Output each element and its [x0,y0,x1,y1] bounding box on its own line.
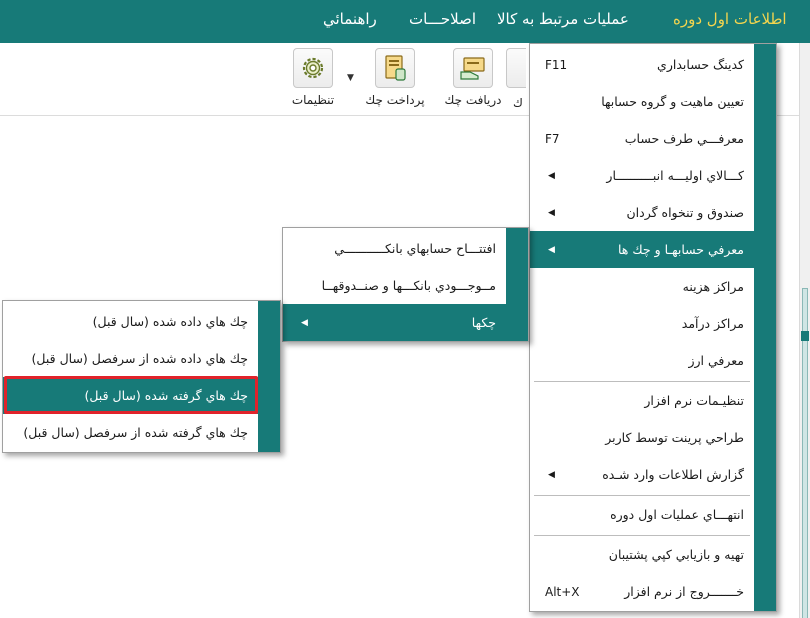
settings-dropdown-arrow[interactable]: ▼ [347,73,354,83]
menu-item-accounts-and-checks[interactable]: معرفي حسابهـا و چك ها ◀ [530,231,776,268]
menu-item-label: گزارش اطلاعات وارد شـده [602,467,744,482]
shortcut-alt-x: Alt+X [545,584,580,599]
menu-item-issued-checks-last-year[interactable]: چك هاي داده شده (سال قبل) [3,303,258,340]
menu-item-end-initial-ops[interactable]: انتهـــاي عمليات اول دوره [530,496,754,533]
pay-check-button[interactable]: پرداخت چك [365,48,425,107]
pay-check-label: پرداخت چك [365,93,425,107]
menu-initial-data[interactable]: اطلاعات اول دوره [673,10,787,28]
shortcut-f7: F7 [545,131,560,146]
menu-item-label: كـــالاي اوليـــه انبــــــــــار [606,168,744,183]
menu-item-label: انتهـــاي عمليات اول دوره [610,507,744,522]
scroll-marker [801,331,809,341]
menu-item-open-bank-accounts[interactable]: افتتـــاح حسابهاي بانكـــــــــــي [283,230,506,267]
menu-item-label: صندوق و تنخواه گردان [626,205,744,220]
menu-item-software-settings[interactable]: تنظيـمات نرم افزار [530,382,754,419]
partial-toolbar-button[interactable] [506,48,531,88]
menu-item-entered-data-report[interactable]: گزارش اطلاعات وارد شـده ◀ [530,456,754,493]
menu-item-label: چك هاي گرفته شده از سرفصل (سال قبل) [23,425,248,440]
menu-item-label: مراكز هزينه [682,279,744,294]
menu-item-label: معرفي ارز [688,353,744,368]
menu-item-label: كدينگ حسابداري [657,57,744,72]
menu-item-label: معرفي حسابهـا و چك ها [617,242,744,257]
accounts-checks-submenu: افتتـــاح حسابهاي بانكـــــــــــي مــوج… [282,227,529,342]
menu-goods-operations[interactable]: عمليات مرتبط به کالا [497,10,629,28]
receive-check-icon [453,48,493,88]
menu-item-label: معرفـــي طرف حساب [624,131,744,146]
partial-toolbar-label: ك [513,96,523,110]
menu-item-currency[interactable]: معرفي ارز [530,342,754,379]
menu-item-counterparty[interactable]: معرفـــي طرف حساب F7 [530,120,754,157]
menu-item-label: مــوجـــودي بانكـــها و صنــدوقهــا [321,278,496,293]
side-scroll-strip[interactable] [799,43,810,618]
partial-button-icon [506,48,526,88]
menu-item-backup-restore[interactable]: تهيه و بازيابي كپي پشتيبان [530,536,754,573]
submenu-arrow-icon: ◀ [548,207,555,218]
menu-item-revenue-centers[interactable]: مراكز درآمد [530,305,754,342]
menu-item-label: خـــــــروج از نرم افزار [624,584,744,599]
submenu-arrow-icon: ◀ [548,469,555,480]
pay-check-icon [375,48,415,88]
menu-item-label: چك هاي داده شده (سال قبل) [92,314,248,329]
receive-check-button[interactable]: دريافت چك [443,48,503,107]
menu-item-issued-checks-from-heading[interactable]: چك هاي داده شده از سرفصل (سال قبل) [3,340,258,377]
menu-item-label: تعيين ماهيت و گروه حسابها [601,94,744,109]
menu-gutter [754,44,776,611]
menubar: اطلاعات اول دوره عمليات مرتبط به کالا اص… [0,0,810,43]
menu-item-label: چكها [471,315,496,330]
settings-button[interactable]: تنظيمات [283,48,343,107]
menu-item-label: طراحي پرينت توسط كاربر [605,430,744,445]
submenu-arrow-icon: ◀ [301,317,308,328]
menu-item-received-checks-from-heading[interactable]: چك هاي گرفته شده از سرفصل (سال قبل) [3,414,258,451]
menu-item-accounting-coding[interactable]: كدينگ حسابداري F11 [530,46,754,83]
menu-item-account-nature[interactable]: تعيين ماهيت و گروه حسابها [530,83,754,120]
menu-item-print-design[interactable]: طراحي پرينت توسط كاربر [530,419,754,456]
menu-item-label: مراكز درآمد [681,316,744,331]
menu-item-label: چك هاي داده شده از سرفصل (سال قبل) [31,351,249,366]
highlight-callout-box [4,376,258,414]
submenu-arrow-icon: ◀ [548,170,555,181]
menu-item-label: تهيه و بازيابي كپي پشتيبان [608,547,744,562]
shortcut-f11: F11 [545,57,568,72]
gear-icon [293,48,333,88]
submenu-arrow-icon: ◀ [548,244,555,255]
menu-item-label: تنظيـمات نرم افزار [644,393,744,408]
initial-data-dropdown: كدينگ حسابداري F11 تعيين ماهيت و گروه حس… [529,43,777,612]
settings-label: تنظيمات [291,93,335,107]
menu-help[interactable]: راهنمائي [323,10,377,28]
menu-item-bank-balances[interactable]: مــوجـــودي بانكـــها و صنــدوقهــا [283,267,506,304]
menu-item-cash-box[interactable]: صندوق و تنخواه گردان ◀ [530,194,754,231]
menu-item-exit[interactable]: خـــــــروج از نرم افزار Alt+X [530,573,754,610]
menu-item-initial-goods[interactable]: كـــالاي اوليـــه انبــــــــــار ◀ [530,157,754,194]
menu-corrections[interactable]: اصلاحـــات [409,10,476,28]
menu-item-cost-centers[interactable]: مراكز هزينه [530,268,754,305]
menu-item-label: افتتـــاح حسابهاي بانكـــــــــــي [334,241,496,256]
menu-item-checks[interactable]: چكها ◀ [283,304,528,341]
receive-check-label: دريافت چك [444,93,502,107]
